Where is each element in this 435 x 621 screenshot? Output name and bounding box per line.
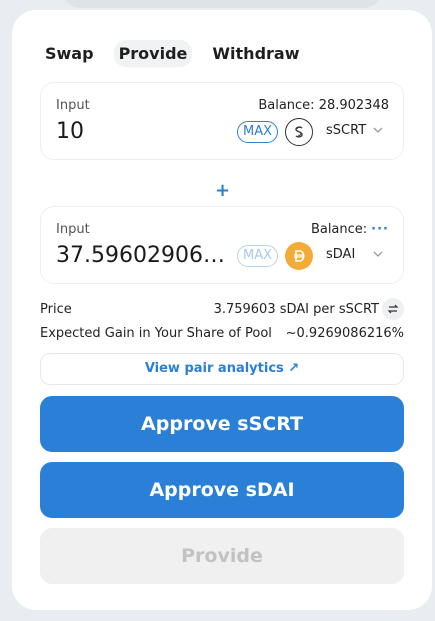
balance-text: Balance: ···	[311, 222, 389, 237]
plus-icon: +	[215, 180, 231, 201]
input-label: Input	[56, 222, 90, 237]
amount-input[interactable]: 10	[56, 119, 236, 144]
max-button[interactable]: MAX	[237, 245, 279, 267]
chevron-down-icon[interactable]	[371, 123, 385, 137]
price-row: Price 3.759603 sDAI per sSCRT	[40, 298, 404, 320]
input-label: Input	[56, 98, 90, 113]
provide-button[interactable]: Provide	[40, 528, 404, 584]
view-pair-analytics-link[interactable]: View pair analytics ↗	[40, 353, 404, 385]
loading-dots-icon: ···	[371, 222, 389, 237]
dai-token-icon[interactable]	[285, 242, 313, 270]
token-select-label[interactable]: sSCRT	[326, 123, 366, 138]
tab-withdraw[interactable]: Withdraw	[207, 40, 304, 67]
balance-text: Balance: 28.902348	[258, 98, 389, 113]
tab-provide[interactable]: Provide	[113, 40, 193, 67]
mode-tabs: Swap Provide Withdraw	[40, 40, 319, 67]
scrt-token-icon[interactable]	[285, 118, 313, 146]
input-panel-sdai: Input Balance: ··· 37.596029063... MAX sD…	[40, 206, 404, 284]
tab-swap[interactable]: Swap	[40, 40, 99, 67]
token-select-label[interactable]: sDAI	[326, 247, 355, 262]
provide-card: Swap Provide Withdraw Input Balance: 28.…	[12, 10, 432, 610]
gain-row: Expected Gain in Your Share of Pool ~0.9…	[40, 326, 404, 341]
swap-direction-icon[interactable]	[382, 298, 404, 320]
approve-sscrt-button[interactable]: Approve sSCRT	[40, 396, 404, 452]
max-button[interactable]: MAX	[237, 121, 279, 143]
chevron-down-icon[interactable]	[371, 247, 385, 261]
amount-input[interactable]: 37.596029063...	[56, 243, 236, 268]
gain-value: ~0.9269086216%	[285, 326, 404, 341]
price-label: Price	[40, 301, 72, 317]
input-panel-sscrt: Input Balance: 28.902348 10 MAX sSCRT	[40, 82, 404, 160]
balance-label: Balance:	[310, 222, 368, 237]
gain-label: Expected Gain in Your Share of Pool	[40, 326, 272, 341]
price-value: 3.759603 sDAI per sSCRT	[213, 301, 379, 317]
background-tab	[62, 0, 382, 8]
approve-sdai-button[interactable]: Approve sDAI	[40, 462, 404, 518]
